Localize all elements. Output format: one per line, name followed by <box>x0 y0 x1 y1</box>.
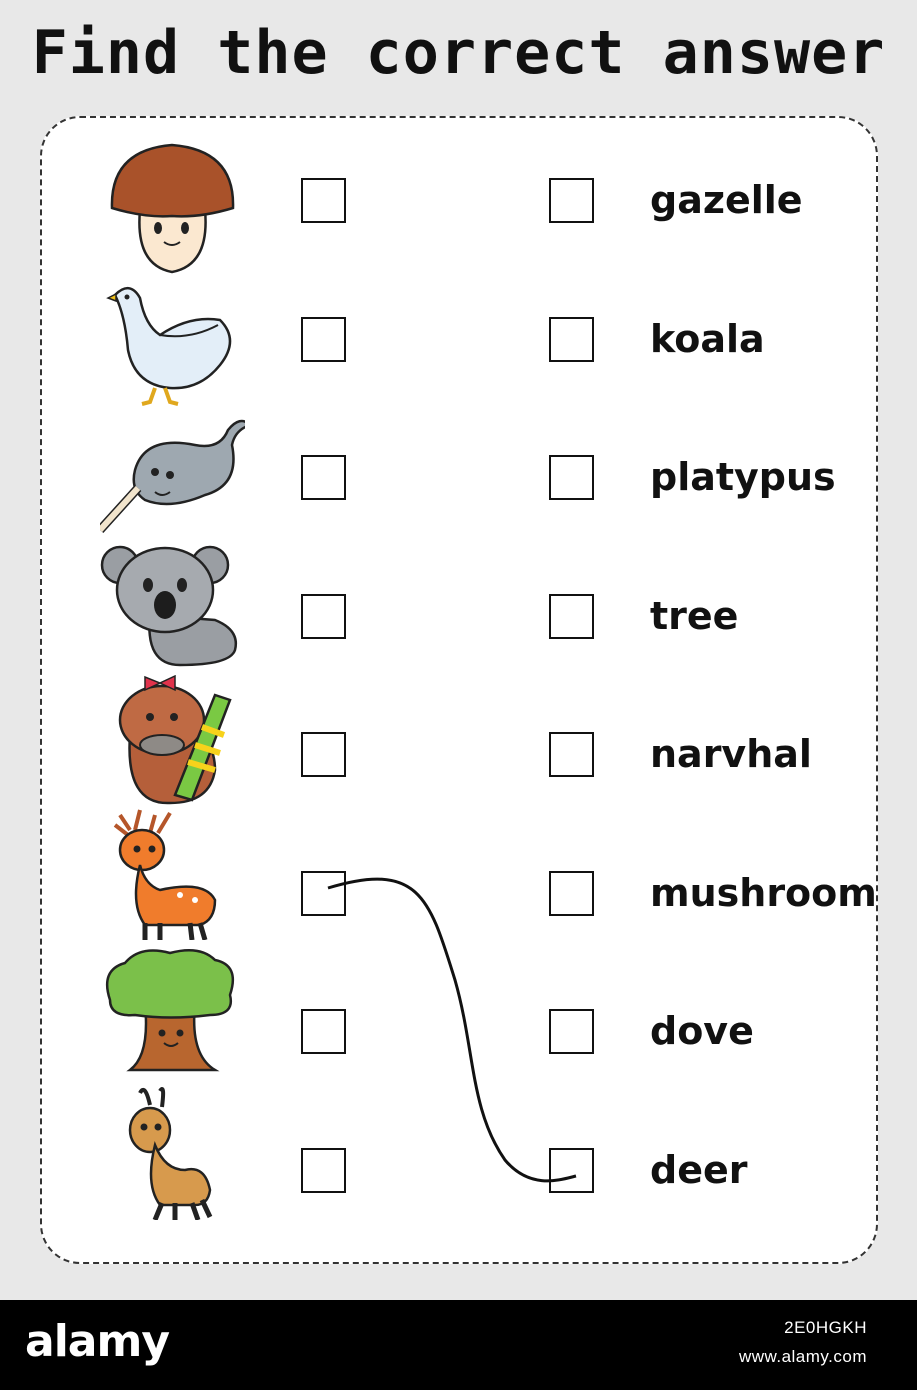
answer-word: deer <box>650 1148 748 1192</box>
word-checkbox-3[interactable] <box>549 455 594 500</box>
answer-word: koala <box>650 317 765 361</box>
picture-checkbox-6[interactable] <box>301 871 346 916</box>
picture-checkbox-5[interactable] <box>301 732 346 777</box>
answer-word: tree <box>650 594 739 638</box>
mushroom-icon <box>110 143 235 274</box>
answer-word: mushroom <box>650 871 877 915</box>
page-title: Find the correct answer <box>31 18 886 88</box>
picture-checkbox-7[interactable] <box>301 1009 346 1054</box>
word-checkbox-7[interactable] <box>549 1009 594 1054</box>
narwhal-icon <box>100 419 245 534</box>
deer-icon <box>113 809 217 940</box>
picture-checkbox-8[interactable] <box>301 1148 346 1193</box>
alamy-logo: alamy <box>25 1316 170 1367</box>
picture-checkbox-3[interactable] <box>301 455 346 500</box>
word-checkbox-5[interactable] <box>549 732 594 777</box>
answer-word: dove <box>650 1009 754 1053</box>
dove-icon <box>106 287 232 406</box>
word-checkbox-1[interactable] <box>549 178 594 223</box>
word-checkbox-6[interactable] <box>549 871 594 916</box>
footer-bar: alamy 2E0HGKH www.alamy.com <box>0 1300 917 1390</box>
answer-word: narvhal <box>650 732 812 776</box>
picture-checkbox-1[interactable] <box>301 178 346 223</box>
site-url: www.alamy.com <box>738 1347 867 1366</box>
image-id: 2E0HGKH <box>784 1318 867 1337</box>
word-checkbox-4[interactable] <box>549 594 594 639</box>
koala-icon <box>100 545 238 667</box>
answer-word: gazelle <box>650 178 803 222</box>
tree-icon <box>105 948 235 1072</box>
picture-checkbox-2[interactable] <box>301 317 346 362</box>
gazelle-icon <box>128 1087 213 1220</box>
picture-checkbox-4[interactable] <box>301 594 346 639</box>
answer-word: platypus <box>650 455 836 499</box>
word-checkbox-8[interactable] <box>549 1148 594 1193</box>
word-checkbox-2[interactable] <box>549 317 594 362</box>
platypus-icon <box>118 675 232 805</box>
